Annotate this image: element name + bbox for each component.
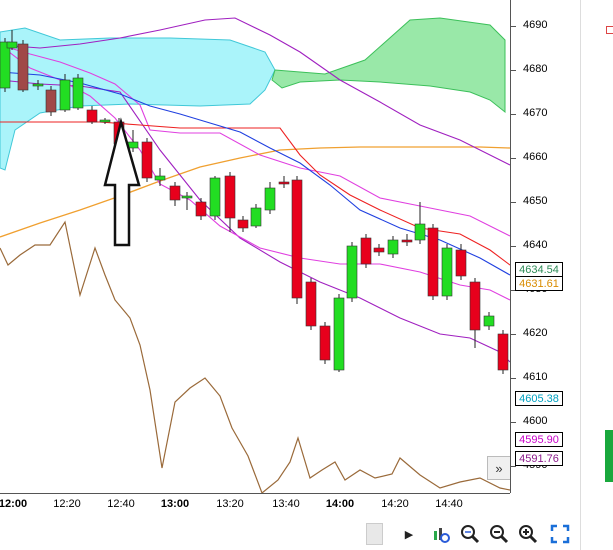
price-chart[interactable] [0, 0, 510, 493]
bullish-candle [209, 177, 221, 217]
bullish-candle [441, 247, 453, 297]
bearish-candle [237, 219, 249, 229]
bearish-candle [17, 43, 29, 91]
side-panel-indicator [605, 430, 613, 482]
fullscreen-button[interactable] [549, 523, 571, 545]
bearish-candle [141, 141, 153, 179]
tick-mark [511, 202, 516, 203]
bullish-candle [0, 41, 11, 89]
price-tick: 4620 [523, 327, 548, 339]
tick-mark [511, 466, 516, 467]
bearish-candle [45, 89, 57, 113]
time-axis: 12:00 12:20 12:40 13:00 13:20 13:40 14:0… [0, 493, 510, 516]
bearish-candle [224, 175, 236, 219]
bullish-candle [483, 315, 495, 327]
price-tick: 4650 [523, 195, 548, 207]
time-tick: 12:20 [53, 498, 81, 510]
bearish-candle [291, 179, 303, 299]
bearish-candle [86, 109, 98, 123]
side-panel-marker [606, 26, 613, 34]
scroll-track[interactable] [366, 523, 383, 545]
annotation-arrow [103, 117, 141, 247]
tick-mark [511, 334, 516, 335]
tick-mark [511, 70, 516, 71]
zoom-fit-icon [461, 525, 480, 544]
bearish-candle [497, 333, 509, 371]
ichimoku-cloud-bullish [271, 17, 506, 114]
price-tick: 4670 [523, 107, 548, 119]
tick-mark [511, 422, 516, 423]
tick-mark [511, 158, 516, 159]
chart-settings-button[interactable] [430, 523, 452, 545]
price-badge-magenta: 4595.90 [515, 432, 563, 447]
time-tick: 14:40 [435, 498, 463, 510]
time-tick: 12:40 [107, 498, 135, 510]
bearish-candle [195, 201, 207, 217]
scroll-right-icon: » [495, 460, 503, 476]
zoom-fit-button[interactable] [459, 523, 481, 545]
bullish-candle [127, 141, 139, 149]
price-badge-green: 4634.54 [515, 262, 563, 277]
price-badge-orange: 4631.61 [515, 276, 563, 291]
chart-settings-icon [434, 528, 450, 543]
bearish-candle [360, 237, 372, 265]
price-axis: 4690 4680 4670 4660 4650 4640 4630 4620 … [510, 0, 581, 493]
bullish-candle [99, 119, 111, 123]
time-tick: 13:00 [160, 498, 190, 510]
bullish-candle [414, 223, 426, 241]
bullish-candle [346, 245, 358, 299]
time-tick: 13:20 [216, 498, 244, 510]
bullish-candle [72, 77, 84, 109]
tick-mark [511, 378, 516, 379]
price-tick: 4660 [523, 151, 548, 163]
bullish-candle [250, 207, 262, 227]
bearish-candle [455, 249, 467, 277]
fullscreen-icon [550, 524, 570, 544]
zoom-out-button[interactable] [488, 523, 510, 545]
bearish-candle [469, 281, 481, 331]
bullish-candle [154, 175, 166, 181]
bullish-candle [387, 239, 399, 255]
price-tick: 4600 [523, 415, 548, 427]
ichimoku-cloud-bearish [0, 27, 276, 171]
bearish-candle [319, 325, 331, 361]
bullish-candle [32, 83, 44, 87]
play-button[interactable]: ▶ [398, 523, 420, 545]
time-tick: 14:20 [381, 498, 409, 510]
zoom-out-icon [490, 525, 509, 544]
bullish-candle [181, 195, 193, 199]
price-badge-cyan: 4605.38 [515, 391, 563, 406]
bearish-candle [401, 239, 413, 243]
bearish-candle [373, 247, 385, 253]
zoom-in-button[interactable] [517, 523, 539, 545]
bearish-candle [427, 227, 439, 297]
time-tick: 12:00 [0, 498, 28, 510]
bullish-candle [6, 41, 18, 49]
price-badge-purple: 4591.76 [515, 451, 563, 466]
bullish-candle [264, 187, 276, 211]
price-tick: 4690 [523, 19, 548, 31]
price-tick: 4640 [523, 239, 548, 251]
price-tick: 4610 [523, 371, 548, 383]
time-tick: 14:00 [325, 498, 355, 510]
tick-mark [511, 26, 516, 27]
play-icon: ▶ [404, 528, 414, 541]
tick-mark [511, 246, 516, 247]
zoom-in-icon [519, 525, 538, 544]
bearish-candle [305, 281, 317, 327]
bearish-candle [169, 185, 181, 201]
tick-mark [511, 114, 516, 115]
bullish-candle [59, 79, 71, 111]
chart-canvas[interactable] [0, 0, 510, 493]
scroll-right-button[interactable]: » [487, 456, 511, 480]
bearish-candle [278, 181, 290, 185]
chart-toolbar: ▶ [0, 515, 580, 550]
time-tick: 13:40 [272, 498, 300, 510]
bullish-candle [333, 297, 345, 371]
price-tick: 4680 [523, 63, 548, 75]
